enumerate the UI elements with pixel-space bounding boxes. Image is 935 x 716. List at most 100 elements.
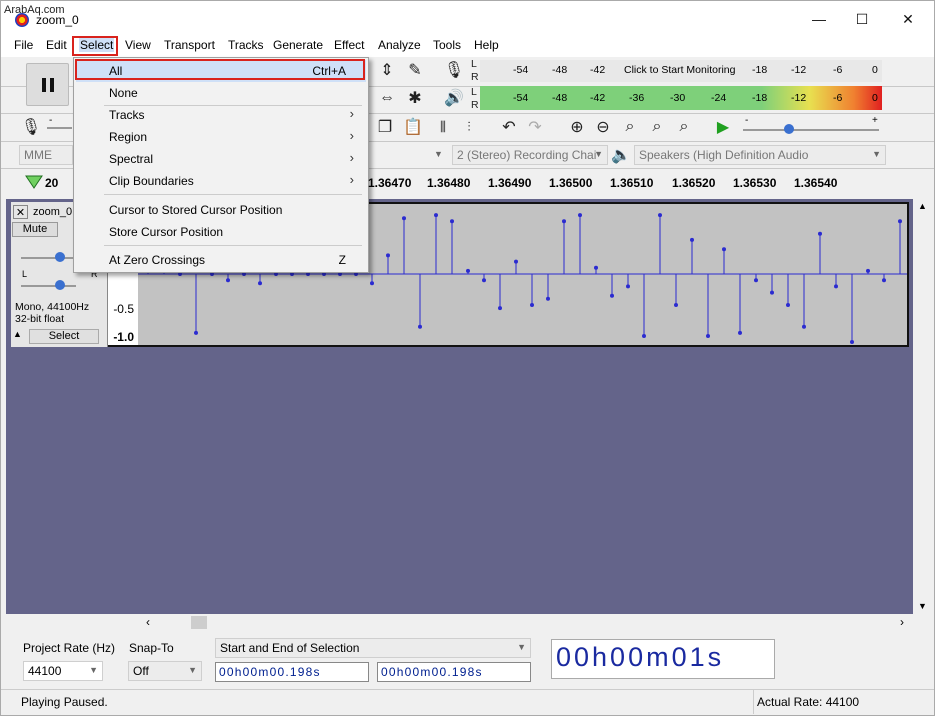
silence-audio-icon[interactable]: ⫶ <box>457 115 481 139</box>
sample-point[interactable] <box>866 268 870 273</box>
sample-point[interactable] <box>482 278 486 283</box>
recording-channels-select[interactable]: 2 (Stereo) Recording Chai ▼ <box>452 145 608 165</box>
menu-item-zero-crossings[interactable]: At Zero Crossings Z <box>76 249 366 271</box>
sample-point[interactable] <box>642 334 646 338</box>
menu-item-cursor-to-stored[interactable]: Cursor to Stored Cursor Position <box>76 199 366 221</box>
track-name[interactable]: zoom_0 <box>33 206 72 218</box>
selection-mode-select[interactable]: Start and End of Selection ▼ <box>215 638 531 658</box>
zoom-in-icon[interactable]: ⊕ <box>565 115 589 139</box>
pan-thumb[interactable] <box>55 280 65 290</box>
menu-item-clip-boundaries[interactable]: Clip Boundaries › <box>76 170 366 192</box>
menu-analyze[interactable]: Analyze <box>377 38 422 52</box>
pause-button[interactable] <box>26 63 69 106</box>
mute-button[interactable]: Mute <box>12 222 58 237</box>
menu-generate[interactable]: Generate <box>272 38 324 52</box>
sample-point[interactable] <box>882 278 886 283</box>
undo-icon[interactable]: ↶ <box>497 115 521 139</box>
track-select-button[interactable]: Select <box>29 329 99 344</box>
sample-point[interactable] <box>898 219 902 224</box>
sample-point[interactable] <box>562 219 566 224</box>
sample-point[interactable] <box>530 303 534 307</box>
time-shift-tool-icon[interactable]: ⇔ <box>375 86 399 110</box>
sample-point[interactable] <box>850 340 854 344</box>
sample-point[interactable] <box>674 303 678 307</box>
collapse-track-icon[interactable]: ▲ <box>13 329 27 343</box>
sample-point[interactable] <box>834 284 838 289</box>
trim-audio-icon[interactable]: ⫼ <box>431 115 455 139</box>
menu-view[interactable]: View <box>124 38 152 52</box>
zoom-toggle-icon[interactable]: ⌕ <box>672 115 696 139</box>
chevron-down-icon[interactable]: ▼ <box>434 145 448 165</box>
pan-slider[interactable] <box>21 285 76 287</box>
sample-point[interactable] <box>658 213 662 218</box>
play-speed-slider[interactable] <box>743 129 879 131</box>
sample-point[interactable] <box>770 290 774 295</box>
maximize-button[interactable]: ☐ <box>839 5 885 33</box>
sample-point[interactable] <box>370 281 374 286</box>
sample-point[interactable] <box>594 265 598 270</box>
sample-point[interactable] <box>450 219 454 224</box>
zoom-out-icon[interactable]: ⊖ <box>591 115 615 139</box>
scroll-right-icon[interactable]: › <box>900 615 904 629</box>
sample-point[interactable] <box>610 293 614 298</box>
play-at-speed-icon[interactable]: ▶ <box>711 115 735 139</box>
sample-point[interactable] <box>626 284 630 289</box>
multi-tool-icon[interactable]: ✱ <box>403 86 427 110</box>
sample-point[interactable] <box>722 247 726 252</box>
selection-start-time[interactable]: 00h00m00.198s <box>215 662 369 682</box>
sample-point[interactable] <box>402 216 406 221</box>
sample-point[interactable] <box>194 330 198 335</box>
record-volume-slider[interactable] <box>47 127 72 129</box>
menu-help[interactable]: Help <box>473 38 500 52</box>
fit-selection-icon[interactable]: ⌕ <box>618 115 642 139</box>
draw-tool-icon[interactable]: ✎ <box>403 58 427 82</box>
playback-meter-speaker-icon[interactable]: 🔊 <box>442 86 466 110</box>
audio-host-select[interactable]: MME <box>19 145 73 165</box>
sample-point[interactable] <box>786 303 790 307</box>
sample-point[interactable] <box>258 281 262 286</box>
close-button[interactable]: ✕ <box>885 5 931 33</box>
gain-thumb[interactable] <box>55 252 65 262</box>
playback-device-select[interactable]: Speakers (High Definition Audio ▼ <box>634 145 886 165</box>
menu-effect[interactable]: Effect <box>333 38 365 52</box>
paste-icon[interactable]: 📋 <box>401 115 425 139</box>
menu-file[interactable]: File <box>13 38 34 52</box>
sample-point[interactable] <box>514 259 518 264</box>
sample-point[interactable] <box>466 268 470 273</box>
scroll-down-icon[interactable]: ▼ <box>918 601 927 611</box>
fit-project-icon[interactable]: ⌕ <box>645 115 669 139</box>
selection-end-time[interactable]: 00h00m00.198s <box>377 662 531 682</box>
sample-point[interactable] <box>818 231 822 236</box>
sample-point[interactable] <box>546 296 550 301</box>
menu-tracks[interactable]: Tracks <box>227 38 265 52</box>
record-meter-mic-icon[interactable]: 🎙 <box>442 58 466 82</box>
sample-point[interactable] <box>738 330 742 335</box>
snap-to-select[interactable]: Off ▼ <box>128 661 202 681</box>
menu-item-none[interactable]: None <box>76 82 366 104</box>
sample-point[interactable] <box>418 324 422 329</box>
menu-item-store-cursor[interactable]: Store Cursor Position <box>76 221 366 243</box>
sample-point[interactable] <box>386 253 390 258</box>
menu-item-region[interactable]: Region › <box>76 126 366 148</box>
vertical-scrollbar[interactable]: ▲ ▼ <box>914 199 931 614</box>
sample-point[interactable] <box>498 306 502 311</box>
sample-point[interactable] <box>754 278 758 283</box>
gain-slider[interactable] <box>21 257 76 259</box>
redo-icon[interactable]: ↷ <box>523 115 547 139</box>
sample-point[interactable] <box>226 278 230 283</box>
envelope-tool-icon[interactable]: ⇕ <box>375 58 399 82</box>
sample-point[interactable] <box>802 324 806 329</box>
menu-transport[interactable]: Transport <box>163 38 216 52</box>
horizontal-scrollbar[interactable]: ‹ › <box>6 614 913 631</box>
close-track-icon[interactable]: ✕ <box>13 205 28 219</box>
minimize-button[interactable]: — <box>796 5 842 33</box>
sample-point[interactable] <box>578 213 582 218</box>
sample-point[interactable] <box>434 213 438 218</box>
play-speed-thumb[interactable] <box>784 124 794 134</box>
menu-edit[interactable]: Edit <box>45 38 68 52</box>
copy-icon[interactable]: ❐ <box>373 115 397 139</box>
menu-tools[interactable]: Tools <box>432 38 462 52</box>
scroll-up-icon[interactable]: ▲ <box>918 201 927 211</box>
sample-point[interactable] <box>690 237 694 242</box>
scroll-left-icon[interactable]: ‹ <box>146 615 150 629</box>
